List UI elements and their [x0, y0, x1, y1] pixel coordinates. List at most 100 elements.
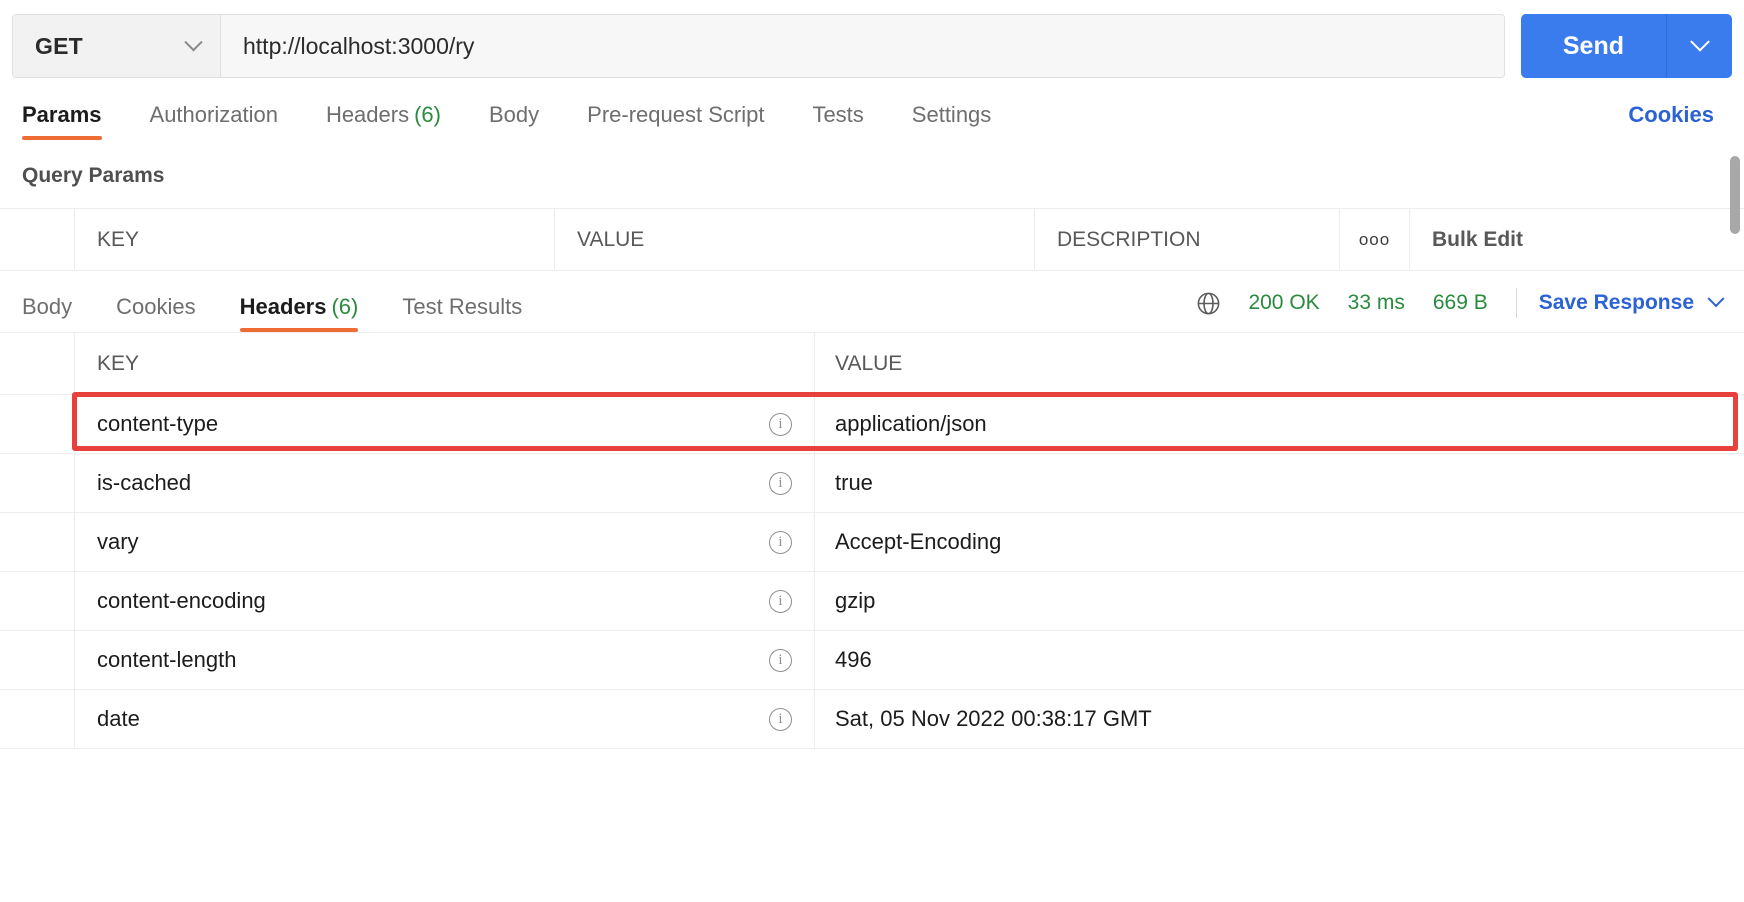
header-key-cell: content-length i [75, 631, 815, 689]
tab-pre-request-script[interactable]: Pre-request Script [587, 102, 764, 140]
header-value-cell: Accept-Encoding [835, 529, 1002, 554]
response-tab-headers[interactable]: Headers (6) [239, 294, 359, 332]
header-value-cell: application/json [835, 411, 987, 436]
table-row[interactable]: content-encoding i gzip [0, 572, 1744, 631]
headers-key-header: KEY [75, 333, 815, 394]
query-params-description-header: DESCRIPTION [1035, 209, 1340, 270]
header-value-cell: Sat, 05 Nov 2022 00:38:17 GMT [835, 706, 1152, 731]
header-key-label: is-cached [97, 470, 192, 495]
headers-key-header-label: KEY [97, 351, 140, 375]
query-params-more-button[interactable]: ooo [1340, 209, 1410, 270]
chevron-down-icon [184, 32, 203, 51]
header-key-label: content-type [97, 411, 219, 436]
tab-body[interactable]: Body [489, 102, 539, 140]
http-method-dropdown[interactable]: GET [13, 15, 221, 77]
save-response-label: Save Response [1538, 291, 1694, 314]
response-tab-test-results-label: Test Results [402, 294, 523, 319]
tab-settings-label: Settings [911, 102, 992, 127]
send-button[interactable]: Send [1520, 14, 1666, 78]
row-gutter [0, 690, 75, 748]
query-params-key-header: KEY [75, 209, 555, 270]
response-tab-body[interactable]: Body [22, 294, 72, 332]
tab-authorization[interactable]: Authorization [150, 102, 278, 140]
response-tab-cookies-label: Cookies [116, 294, 196, 319]
request-url-bar: GET Send [0, 0, 1744, 92]
query-params-gutter-cell [0, 209, 75, 270]
header-value-cell: gzip [835, 588, 876, 613]
save-response-button[interactable]: Save Response [1538, 290, 1725, 315]
tab-settings[interactable]: Settings [912, 102, 992, 140]
send-options-button[interactable] [1666, 14, 1732, 78]
tab-pre-request-script-label: Pre-request Script [587, 102, 765, 127]
row-gutter [0, 395, 75, 453]
headers-value-header: VALUE [835, 351, 903, 375]
header-key-cell: content-encoding i [75, 572, 815, 630]
response-tab-headers-count: (6) [331, 294, 359, 319]
table-row[interactable]: vary i Accept-Encoding [0, 513, 1744, 572]
scrollbar-thumb[interactable] [1730, 156, 1740, 234]
status-code: 200 OK [1248, 291, 1320, 314]
tab-headers-count: (6) [414, 102, 441, 127]
row-gutter [0, 454, 75, 512]
response-tab-body-label: Body [22, 294, 73, 319]
send-button-group: Send [1520, 14, 1732, 78]
response-headers-table: KEY VALUE content-type i application/jso… [0, 333, 1744, 749]
header-key-label: content-encoding [97, 588, 266, 613]
headers-header-row: KEY VALUE [0, 333, 1744, 395]
cookies-link[interactable]: Cookies [1628, 102, 1714, 140]
status-size: 669 B [1432, 291, 1488, 314]
vertical-scrollbar[interactable] [1730, 156, 1740, 276]
url-input-wrapper [221, 15, 1504, 77]
tab-tests-label: Tests [812, 102, 864, 127]
header-key-cell: vary i [75, 513, 815, 571]
more-options-icon: ooo [1358, 229, 1391, 249]
tab-headers[interactable]: Headers (6) [326, 102, 441, 140]
headers-gutter-cell [0, 333, 75, 394]
header-key-label: vary [97, 529, 139, 554]
header-key-cell: content-type i [75, 395, 815, 453]
info-icon[interactable]: i [769, 471, 792, 495]
response-status-group: 200 OK 33 ms 669 B Save Response [1195, 288, 1732, 332]
info-icon[interactable]: i [769, 530, 792, 554]
table-row[interactable]: date i Sat, 05 Nov 2022 00:38:17 GMT [0, 690, 1744, 749]
header-value-cell: true [835, 470, 873, 495]
info-icon[interactable]: i [769, 589, 792, 613]
response-tabs: Body Cookies Headers (6) Test Results 200… [0, 271, 1744, 333]
table-row[interactable]: content-length i 496 [0, 631, 1744, 690]
header-value-cell: 496 [835, 647, 872, 672]
response-tab-headers-label: Headers [239, 294, 327, 319]
request-tabs: Params Authorization Headers (6) Body Pre… [0, 92, 1744, 140]
header-key-label: date [97, 706, 140, 731]
tab-params-label: Params [22, 102, 102, 127]
row-gutter [0, 572, 75, 630]
table-row[interactable]: content-type i application/json [0, 395, 1744, 454]
response-tab-cookies[interactable]: Cookies [116, 294, 195, 332]
url-field-group: GET [12, 14, 1505, 78]
query-params-value-header: VALUE [555, 209, 1035, 270]
query-params-title: Query Params [22, 164, 165, 187]
chevron-down-icon [1689, 31, 1710, 52]
query-params-table: KEY VALUE DESCRIPTION ooo Bulk Edit [0, 208, 1744, 271]
header-key-cell: date i [75, 690, 815, 748]
tab-body-label: Body [488, 102, 540, 127]
tab-authorization-label: Authorization [149, 102, 278, 127]
tab-headers-label: Headers [325, 102, 410, 127]
row-gutter [0, 513, 75, 571]
globe-icon[interactable] [1195, 290, 1222, 317]
chevron-down-icon [1707, 290, 1725, 308]
table-row[interactable]: is-cached i true [0, 454, 1744, 513]
tab-params[interactable]: Params [22, 102, 102, 140]
header-key-label: content-length [97, 647, 237, 672]
response-tab-test-results[interactable]: Test Results [402, 294, 522, 332]
query-params-header-row: KEY VALUE DESCRIPTION ooo Bulk Edit [0, 209, 1744, 271]
status-time: 33 ms [1347, 291, 1405, 314]
row-gutter [0, 631, 75, 689]
tab-tests[interactable]: Tests [812, 102, 863, 140]
url-input[interactable] [243, 32, 1482, 60]
info-icon[interactable]: i [769, 648, 792, 672]
info-icon[interactable]: i [769, 412, 792, 436]
header-key-cell: is-cached i [75, 454, 815, 512]
bulk-edit-button[interactable]: Bulk Edit [1410, 209, 1744, 270]
status-divider [1515, 288, 1517, 318]
info-icon[interactable]: i [769, 707, 792, 731]
